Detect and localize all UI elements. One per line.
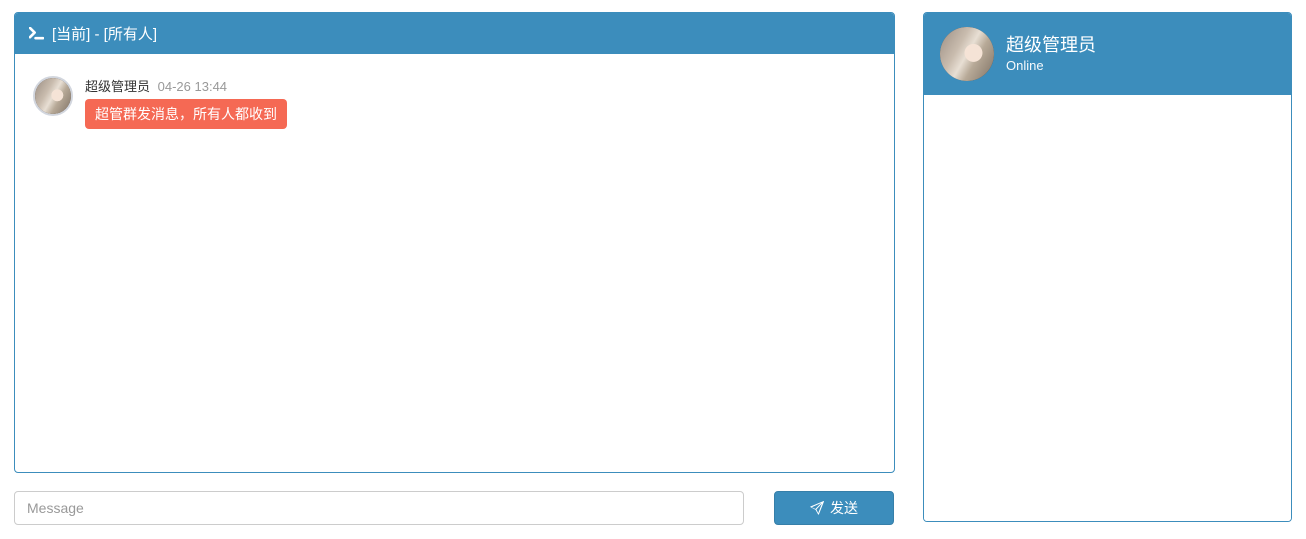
send-button[interactable]: 发送 — [774, 491, 894, 525]
avatar — [33, 76, 73, 116]
user-status: Online — [1006, 58, 1096, 73]
terminal-icon — [29, 27, 44, 40]
message-timestamp: 04-26 13:44 — [158, 79, 227, 94]
user-panel-header: 超级管理员 Online — [924, 13, 1291, 95]
message-meta: 超级管理员 04-26 13:44 — [85, 76, 287, 95]
chat-panel-header: [当前] - [所有人] — [15, 13, 894, 54]
avatar — [940, 27, 994, 81]
user-list[interactable] — [924, 95, 1291, 521]
composer-row: 发送 — [14, 491, 895, 525]
chat-message: 超级管理员 04-26 13:44 超管群发消息，所有人都收到 — [33, 76, 876, 129]
send-button-label: 发送 — [830, 498, 858, 518]
message-sender: 超级管理员 — [85, 79, 150, 94]
paper-plane-icon — [810, 501, 824, 515]
chat-panel: [当前] - [所有人] 超级管理员 04-26 13:44 超管群发消息，所有… — [14, 12, 895, 473]
user-panel: 超级管理员 Online — [923, 12, 1292, 522]
user-name: 超级管理员 — [1006, 35, 1096, 57]
chat-header-title: [当前] - [所有人] — [52, 23, 157, 44]
chat-message-list[interactable]: 超级管理员 04-26 13:44 超管群发消息，所有人都收到 — [15, 54, 894, 472]
message-text: 超管群发消息，所有人都收到 — [85, 99, 287, 129]
message-input[interactable] — [14, 491, 744, 525]
